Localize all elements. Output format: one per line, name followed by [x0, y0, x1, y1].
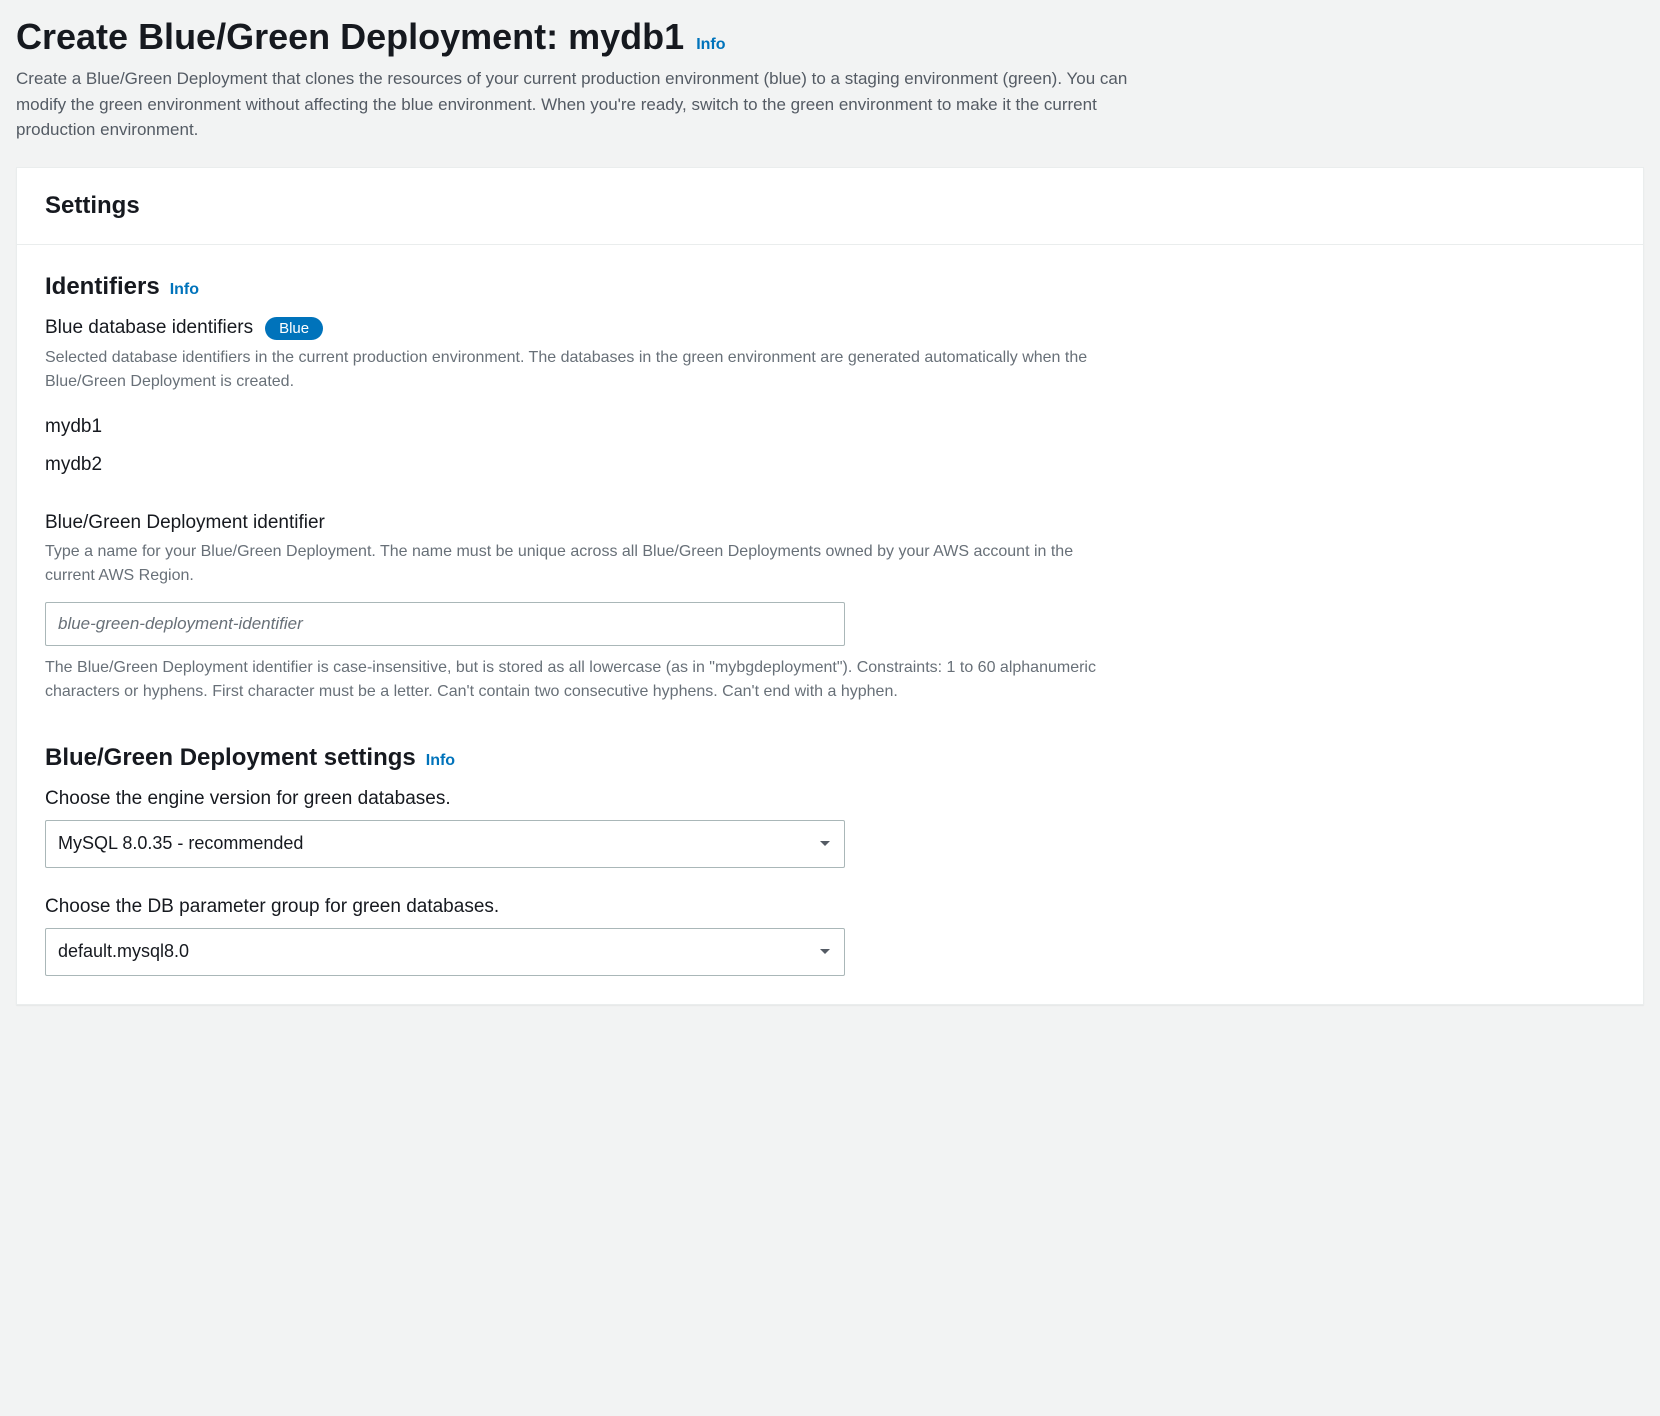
bg-identifier-group: Blue/Green Deployment identifier Type a … — [45, 512, 1615, 704]
engine-version-value: MySQL 8.0.35 - recommended — [58, 833, 303, 854]
engine-version-group: Choose the engine version for green data… — [45, 788, 1615, 868]
bg-settings-info-link[interactable]: Info — [426, 752, 455, 770]
panel-header: Settings — [17, 168, 1643, 245]
identifiers-section: Identifiers Info Blue database identifie… — [45, 273, 1615, 704]
panel-body: Identifiers Info Blue database identifie… — [17, 245, 1643, 1004]
page-header: Create Blue/Green Deployment: mydb1 Info… — [16, 16, 1644, 143]
blue-db-label: Blue database identifiers — [45, 317, 253, 339]
page-title: Create Blue/Green Deployment: mydb1 — [16, 16, 684, 58]
page-description: Create a Blue/Green Deployment that clon… — [16, 66, 1136, 143]
param-group-select[interactable]: default.mysql8.0 — [45, 928, 845, 976]
param-group-select-wrap: default.mysql8.0 — [45, 928, 845, 976]
blue-badge: Blue — [265, 317, 323, 340]
engine-version-label: Choose the engine version for green data… — [45, 788, 1615, 810]
panel-title: Settings — [45, 192, 1615, 220]
param-group-value: default.mysql8.0 — [58, 941, 189, 962]
blue-db-identifiers-group: Blue database identifiers Blue Selected … — [45, 317, 1615, 484]
param-group-label: Choose the DB parameter group for green … — [45, 896, 1615, 918]
engine-version-select-wrap: MySQL 8.0.35 - recommended — [45, 820, 845, 868]
bg-settings-title-row: Blue/Green Deployment settings Info — [45, 744, 1615, 772]
bg-identifier-label-row: Blue/Green Deployment identifier — [45, 512, 1615, 534]
identifiers-title: Identifiers — [45, 273, 160, 301]
bg-identifier-hint: Type a name for your Blue/Green Deployme… — [45, 540, 1125, 588]
info-link[interactable]: Info — [696, 36, 725, 54]
engine-version-select[interactable]: MySQL 8.0.35 - recommended — [45, 820, 845, 868]
bg-settings-section: Blue/Green Deployment settings Info Choo… — [45, 744, 1615, 976]
list-item: mydb2 — [45, 446, 1615, 484]
blue-db-label-row: Blue database identifiers Blue — [45, 317, 1615, 340]
bg-settings-title: Blue/Green Deployment settings — [45, 744, 416, 772]
bg-identifier-label: Blue/Green Deployment identifier — [45, 512, 325, 534]
list-item: mydb1 — [45, 408, 1615, 446]
identifiers-title-row: Identifiers Info — [45, 273, 1615, 301]
identifiers-info-link[interactable]: Info — [170, 281, 199, 299]
bg-identifier-input[interactable] — [45, 602, 845, 646]
blue-db-hint: Selected database identifiers in the cur… — [45, 346, 1125, 394]
bg-identifier-constraint: The Blue/Green Deployment identifier is … — [45, 656, 1125, 704]
blue-db-list: mydb1 mydb2 — [45, 408, 1615, 484]
page-title-row: Create Blue/Green Deployment: mydb1 Info — [16, 16, 1644, 58]
param-group-group: Choose the DB parameter group for green … — [45, 896, 1615, 976]
settings-panel: Settings Identifiers Info Blue database … — [16, 167, 1644, 1005]
